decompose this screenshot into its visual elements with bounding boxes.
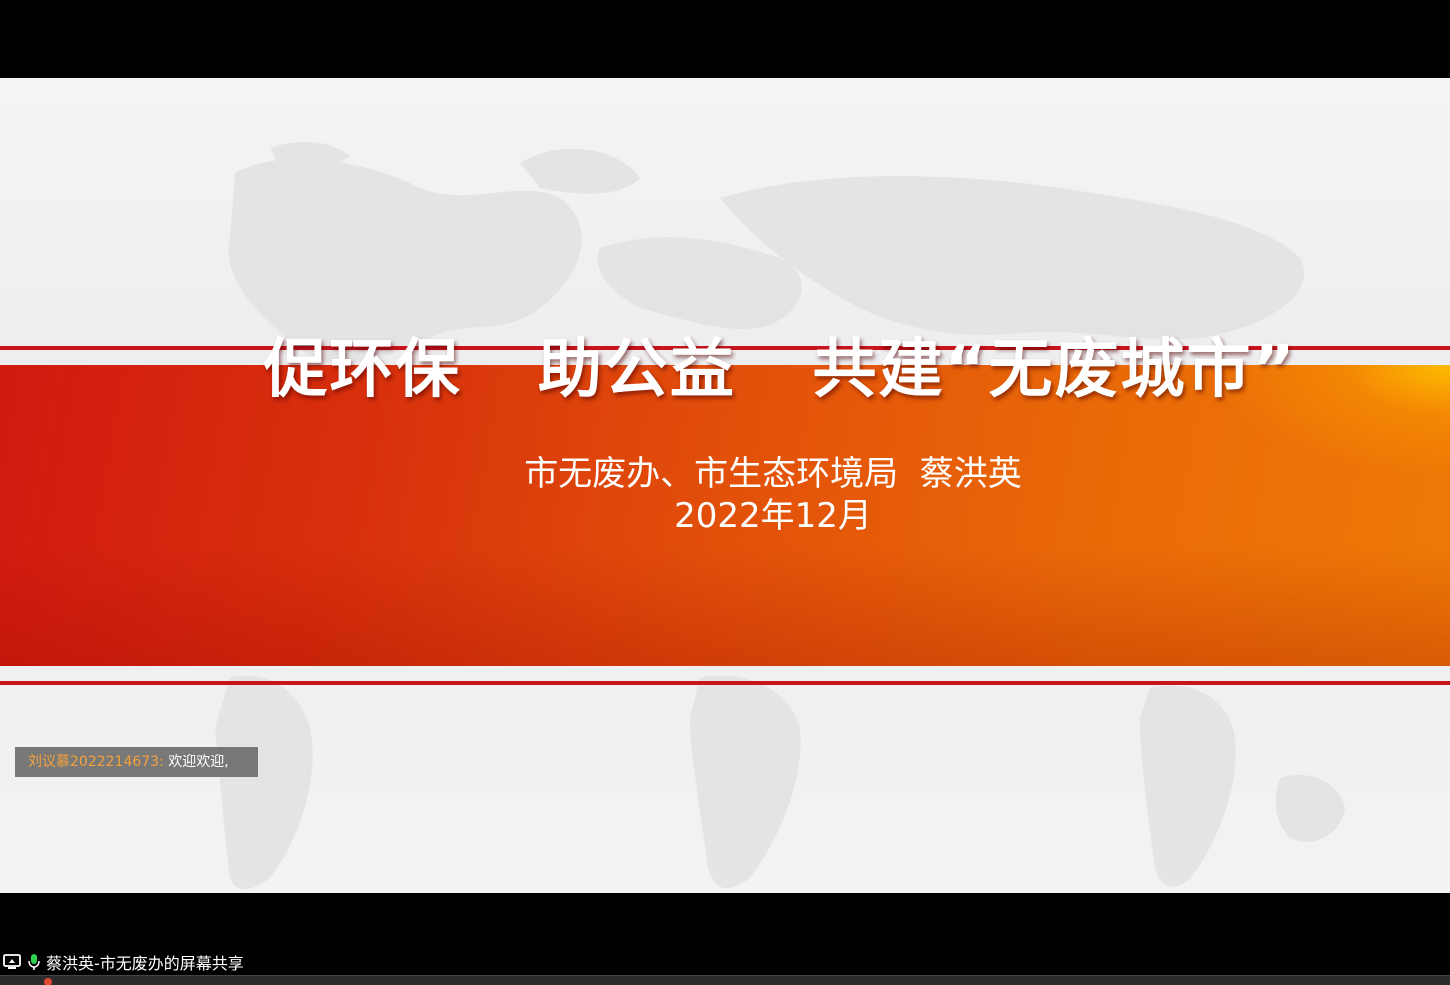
- bottom-toolbar-strip: [0, 975, 1450, 985]
- chat-message-text: 欢迎欢迎,: [163, 754, 229, 770]
- meeting-screen: 促环保 助公益 共建“无废城市” 市无废办、市生态环境局 蔡洪英 2022年12…: [0, 0, 1450, 985]
- screen-share-status-bar: 蔡洪英-市无废办的屏幕共享: [0, 951, 244, 973]
- microphone-icon[interactable]: [27, 953, 41, 971]
- chat-message-bubble[interactable]: 刘议慕2022214673: 欢迎欢迎,: [15, 747, 258, 777]
- screen-share-label: 蔡洪英-市无废办的屏幕共享: [46, 954, 244, 973]
- banner-bottom-rule: [0, 681, 1450, 685]
- chat-sender: 刘议慕2022214673:: [28, 754, 164, 770]
- recording-dot-icon: [44, 978, 52, 985]
- screen-share-icon[interactable]: [3, 954, 21, 970]
- slide-title: 促环保 助公益 共建“无废城市”: [263, 333, 1297, 407]
- slide-date: 2022年12月: [674, 496, 872, 536]
